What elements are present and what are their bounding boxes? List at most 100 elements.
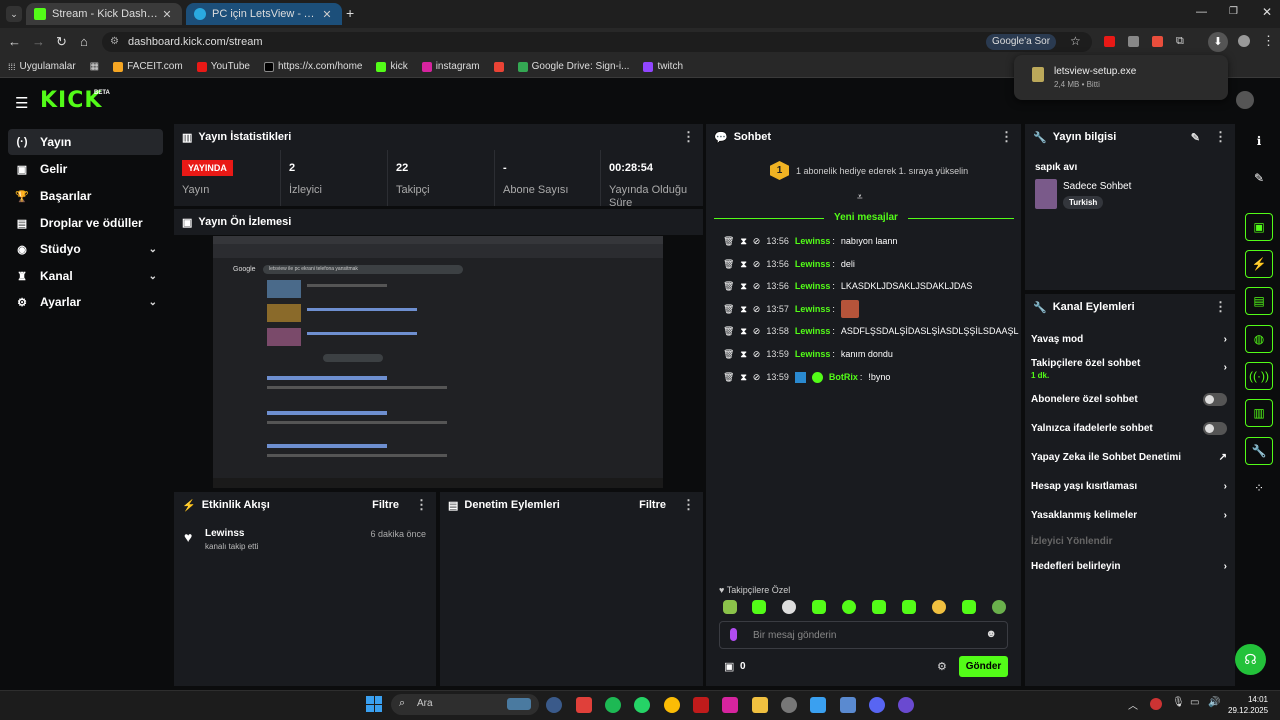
edit-pencil-icon[interactable]: ✎ — [1245, 164, 1273, 192]
sidebar-item-ayarlar[interactable]: ⚙ Ayarlar ⌄ — [8, 289, 163, 315]
emote-icon[interactable] — [932, 600, 946, 614]
timeout-icon[interactable]: ⧗ — [740, 349, 746, 360]
timeout-icon[interactable]: ⧗ — [740, 281, 746, 292]
extension-icon[interactable] — [1104, 36, 1115, 47]
chat-bubble-icon[interactable]: ◍ — [1245, 325, 1273, 353]
sidebar-item-kanal[interactable]: ♜ Kanal ⌄ — [8, 263, 163, 289]
minimize-button[interactable]: — — [1196, 6, 1207, 18]
app-icon[interactable] — [898, 697, 914, 713]
points-icon[interactable]: ▣ — [724, 660, 734, 673]
windows-start-icon[interactable] — [366, 696, 382, 712]
bookmark-kick[interactable]: kick — [376, 61, 408, 72]
more-options-icon[interactable]: ⋮ — [1214, 129, 1227, 145]
app-icon[interactable] — [693, 697, 709, 713]
ask-google-button[interactable]: Google'a Sor — [986, 34, 1057, 50]
download-icon[interactable]: ⬇ — [1208, 32, 1228, 52]
settings-app-icon[interactable] — [546, 697, 562, 713]
ban-icon[interactable]: ⊘ — [753, 326, 761, 337]
delete-icon[interactable]: 🗑 — [723, 372, 734, 383]
volume-icon[interactable]: 🔊 — [1208, 697, 1220, 708]
instagram-icon[interactable] — [722, 697, 738, 713]
bookmark-x[interactable]: https://x.com/home — [263, 61, 362, 72]
preview-toggle-icon[interactable]: ▣ — [1245, 213, 1273, 241]
sidebar-item-yayin[interactable]: (·) Yayın — [8, 129, 163, 155]
chat-message[interactable]: 🗑 ⧗ ⊘ 13:58 Lewinss: ASDFLŞSDALŞİDASLŞİASDLŞŞ… — [723, 324, 1018, 338]
emote-icon[interactable] — [812, 600, 826, 614]
sidebar-item-basarilar[interactable]: 🏆 Başarılar — [8, 183, 163, 209]
app-icon[interactable] — [810, 697, 826, 713]
tab-search-icon[interactable]: ⌄ — [6, 6, 22, 22]
tray-app-icon[interactable] — [1150, 698, 1162, 710]
stats-icon[interactable]: ▥ — [1245, 399, 1273, 427]
info-icon[interactable]: ℹ — [1245, 127, 1273, 155]
emoji-picker-icon[interactable]: ☻ — [985, 628, 997, 640]
more-options-icon[interactable]: ⋮ — [1000, 129, 1013, 145]
new-messages-divider[interactable]: Yeni mesajlar — [824, 212, 908, 223]
send-button[interactable]: Gönder — [959, 656, 1008, 677]
timeout-icon[interactable]: ⧗ — [740, 236, 746, 247]
bookmark-gmail[interactable] — [493, 61, 504, 72]
timeout-icon[interactable]: ⧗ — [740, 259, 746, 270]
ban-icon[interactable]: ⊘ — [753, 259, 761, 270]
slow-mode-row[interactable]: Yavaş mod › — [1031, 334, 1227, 345]
sidebar-item-droplar[interactable]: ▤ Droplar ve ödüller — [8, 210, 163, 236]
more-options-icon[interactable]: ⋮ — [682, 129, 695, 145]
moderation-filter-button[interactable]: Filtre — [639, 499, 666, 511]
clock[interactable]: 14:01 29.12.2025 — [1228, 694, 1268, 716]
app-icon[interactable] — [781, 697, 797, 713]
moderation-log-icon[interactable]: ▤ — [1245, 287, 1273, 315]
close-window-button[interactable]: ✕ — [1262, 5, 1272, 19]
emote-icon[interactable] — [782, 600, 796, 614]
bolt-icon[interactable]: ⚡ — [1245, 250, 1273, 278]
chat-message[interactable]: 🗑 ⧗ ⊘ 13:56 Lewinss: deli — [723, 257, 855, 271]
forward-icon[interactable]: → — [32, 34, 45, 49]
support-headset-icon[interactable]: ☊ — [1235, 644, 1266, 675]
url-field[interactable]: ⚙ dashboard.kick.com/stream Google'a Sor… — [102, 32, 1092, 52]
promo-text[interactable]: 1 abonelik hediye ederek 1. sıraya yükse… — [796, 166, 968, 176]
app-icon[interactable] — [576, 697, 592, 713]
user-avatar[interactable] — [1236, 91, 1254, 109]
bookmark-grid[interactable]: ▦ — [90, 61, 99, 72]
delete-icon[interactable]: 🗑 — [723, 236, 734, 247]
profile-avatar[interactable] — [1238, 35, 1250, 47]
more-options-icon[interactable]: ⋮ — [415, 497, 428, 513]
file-explorer-icon[interactable] — [752, 697, 768, 713]
chat-message[interactable]: 🗑 ⧗ ⊘ 13:56 Lewinss: LKASDKLJDSAKLJSDAKLJDAS — [723, 279, 972, 293]
chat-message[interactable]: 🗑 ⧗ ⊘ 13:59 Lewinss: kanım dondu — [723, 347, 893, 361]
tab-letsview[interactable]: PC için LetsView - Android/iPhone ✕ — [186, 3, 342, 25]
emote-icon[interactable] — [872, 600, 886, 614]
hamburger-menu-icon[interactable]: ☰ — [15, 94, 28, 112]
emotes-only-toggle[interactable] — [1203, 422, 1227, 435]
delete-icon[interactable]: 🗑 — [723, 259, 734, 270]
broadcast-icon[interactable]: ((·)) — [1245, 362, 1273, 390]
preview-video[interactable]: Google letsview ile pc ekrani telefona y… — [213, 236, 663, 488]
new-tab-button[interactable]: + — [346, 5, 354, 21]
delete-icon[interactable]: 🗑 — [723, 281, 734, 292]
site-info-icon[interactable]: ⚙ — [110, 36, 119, 47]
followers-only-chat-row[interactable]: Takipçilere özel sohbet 1 dk. › — [1031, 358, 1227, 380]
more-options-icon[interactable]: ⋮ — [1214, 299, 1227, 315]
emote-icon[interactable] — [842, 600, 856, 614]
emote-icon[interactable] — [902, 600, 916, 614]
ban-icon[interactable]: ⊘ — [753, 281, 761, 292]
account-age-row[interactable]: Hesap yaşı kısıtlaması › — [1031, 481, 1227, 492]
extension-icon[interactable] — [1152, 36, 1163, 47]
subscribers-only-toggle[interactable] — [1203, 393, 1227, 406]
ai-moderation-row[interactable]: Yapay Zeka ile Sohbet Denetimi ↗ — [1031, 452, 1227, 463]
emote-icon[interactable] — [962, 600, 976, 614]
timeout-icon[interactable]: ⧗ — [740, 326, 746, 337]
more-options-icon[interactable]: ⋮ — [682, 497, 695, 513]
bookmark-twitch[interactable]: twitch — [643, 61, 683, 72]
chat-settings-gear-icon[interactable]: ⚙ — [937, 660, 947, 673]
whatsapp-icon[interactable] — [634, 697, 650, 713]
bookmark-star-icon[interactable]: ☆ — [1070, 34, 1081, 48]
activity-filter-button[interactable]: Filtre — [372, 499, 399, 511]
add-widget-icon[interactable]: ⁘ — [1245, 474, 1273, 502]
bookmark-google-drive[interactable]: Google Drive: Sign-i... — [517, 61, 629, 72]
taskbar-search-field[interactable]: ⌕ Ara — [391, 694, 539, 715]
close-tab-icon[interactable]: ✕ — [160, 8, 174, 21]
sidebar-item-gelir[interactable]: ▣ Gelir — [8, 156, 163, 182]
delete-icon[interactable]: 🗑 — [723, 304, 734, 315]
timeout-icon[interactable]: ⧗ — [740, 304, 746, 315]
bookmark-youtube[interactable]: YouTube — [196, 61, 250, 72]
